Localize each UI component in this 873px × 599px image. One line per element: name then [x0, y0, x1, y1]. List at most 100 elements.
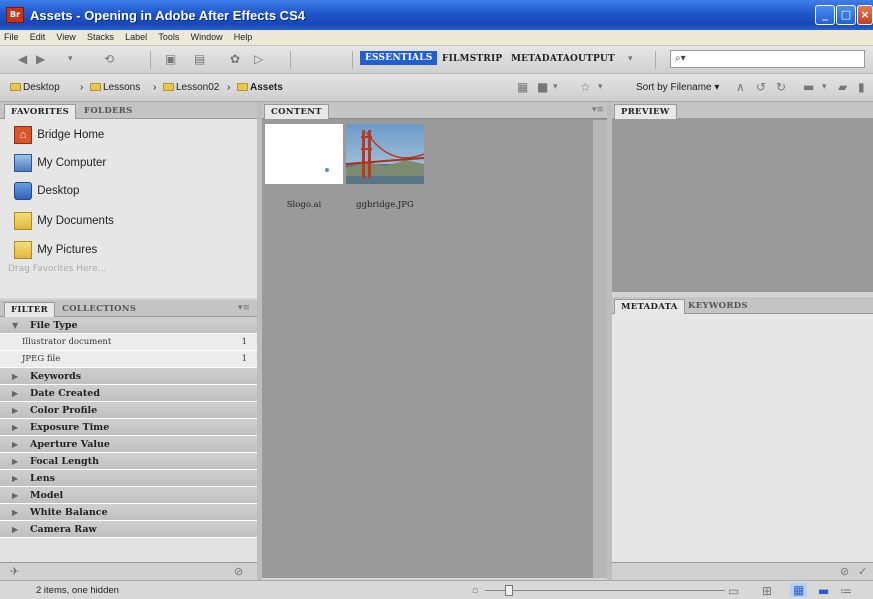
slider-handle[interactable] [505, 585, 513, 596]
thumbnail-slogo[interactable] [265, 124, 343, 184]
filter-dropdown-icon[interactable]: ▾ [598, 80, 603, 94]
tab-metadata[interactable]: METADATA [614, 299, 685, 314]
filter-group-white-balance[interactable]: ▶ White Balance [0, 504, 257, 521]
sort-dropdown[interactable]: Sort by Filename ▾ [636, 82, 719, 93]
window-title: Assets - Opening in Adobe After Effects … [30, 8, 305, 23]
apply-check-icon[interactable]: ✓ [858, 565, 867, 579]
breadcrumb-desktop[interactable]: Desktop [10, 82, 60, 93]
favorite-my-pictures[interactable]: My Pictures [14, 241, 97, 259]
preview-panel: PREVIEW [612, 102, 873, 292]
tab-keywords[interactable]: KEYWORDS [682, 299, 754, 314]
panel-menu-icon[interactable]: ▾≡ [592, 105, 604, 115]
thumbnail-view-icon[interactable]: ▦ [790, 583, 808, 597]
triangle-right-icon: ▶ [12, 456, 19, 466]
rotate-right-icon[interactable]: ↻ [776, 80, 786, 94]
filter-group-exposure-time[interactable]: ▶ Exposure Time [0, 419, 257, 436]
cancel-icon[interactable]: ⊘ [840, 565, 849, 579]
workspace-dropdown-icon[interactable]: ▾ [628, 52, 633, 66]
view-mode-dropdown-icon[interactable]: ▾ [553, 80, 558, 94]
filter-group-date-created[interactable]: ▶ Date Created [0, 385, 257, 402]
maximize-button[interactable]: □ [836, 5, 856, 25]
breadcrumb-lesson02[interactable]: Lesson02 [163, 82, 219, 93]
panel-menu-icon[interactable]: ▾≡ [238, 303, 250, 313]
delete-icon[interactable]: ▮ [858, 80, 865, 94]
new-folder-icon[interactable]: ▰ [838, 80, 847, 94]
menu-stacks[interactable]: Stacks [83, 30, 118, 42]
view-mode-icon[interactable]: ■ [537, 80, 548, 94]
thumbnail-size-slider[interactable] [485, 590, 725, 591]
workspace-filmstrip[interactable]: FILMSTRIP [442, 54, 502, 64]
illustrator-dot-icon [325, 168, 329, 172]
filter-group-keywords[interactable]: ▶ Keywords [0, 368, 257, 385]
triangle-right-icon: ▶ [12, 490, 19, 500]
menu-label[interactable]: Label [121, 30, 151, 42]
search-input[interactable]: ⌕▾ [670, 50, 865, 68]
sort-ascending-icon[interactable]: ∧ [736, 80, 745, 94]
filter-footer: ✈ ⊘ [0, 562, 257, 580]
filter-group-lens[interactable]: ▶ Lens [0, 470, 257, 487]
favorite-bridge-home[interactable]: ⌂ Bridge Home [14, 126, 104, 144]
filter-group-file-type[interactable]: ▼ File Type [0, 317, 257, 334]
history-dropdown-icon[interactable]: ▾ [68, 52, 73, 66]
menu-edit[interactable]: Edit [26, 30, 50, 42]
content-panel: CONTENT ▾≡ Slogo.ai ggbridge.JPG [262, 102, 607, 578]
zoom-in-icon[interactable]: ▭ [728, 584, 739, 598]
tab-favorites[interactable]: FAVORITES [4, 104, 77, 119]
clear-filter-icon[interactable]: ⊘ [234, 565, 243, 579]
forward-arrow-icon[interactable]: ▶ [36, 52, 45, 66]
content-scrollbar[interactable] [593, 120, 607, 578]
menu-window[interactable]: Window [187, 30, 227, 42]
quality-options-icon[interactable]: ▦ [517, 80, 528, 94]
star-filter-icon[interactable]: ☆ [580, 80, 591, 94]
triangle-right-icon: ▶ [12, 388, 19, 398]
title-bar: Br Assets - Opening in Adobe After Effec… [0, 0, 873, 30]
path-bar: Desktop › Lessons › Lesson02 › Assets ▦ … [0, 74, 873, 102]
workspace-output[interactable]: OUTPUT [570, 54, 615, 64]
desktop-icon [14, 182, 32, 200]
get-photos-icon[interactable]: ▣ [165, 52, 176, 66]
details-view-icon[interactable]: ▬ [818, 584, 829, 598]
tab-folders[interactable]: FOLDERS [78, 104, 139, 119]
favorite-my-computer[interactable]: My Computer [14, 154, 106, 172]
minimize-button[interactable]: _ [815, 5, 835, 25]
tab-filter[interactable]: FILTER [4, 302, 55, 317]
workspace-essentials[interactable]: ESSENTIALS [360, 51, 438, 65]
favorite-my-documents[interactable]: My Documents [14, 212, 114, 230]
grid-lock-icon[interactable]: ⊞ [762, 584, 772, 598]
breadcrumb-assets[interactable]: Assets [237, 82, 283, 93]
favorite-desktop[interactable]: Desktop [14, 182, 79, 200]
menu-tools[interactable]: Tools [154, 30, 183, 42]
tab-collections[interactable]: COLLECTIONS [56, 302, 142, 317]
thumbnail-ggbridge[interactable] [345, 124, 425, 184]
filter-group-aperture-value[interactable]: ▶ Aperture Value [0, 436, 257, 453]
triangle-right-icon: ▶ [12, 371, 19, 381]
pin-icon[interactable]: ✈ [10, 565, 19, 579]
menu-help[interactable]: Help [230, 30, 257, 42]
rotate-left-icon[interactable]: ↺ [756, 80, 766, 94]
reveal-recent-icon[interactable]: ⟲ [104, 52, 114, 66]
output-icon[interactable]: ▷ [254, 52, 263, 66]
back-arrow-icon[interactable]: ◀ [18, 52, 27, 66]
menu-file[interactable]: File [0, 30, 23, 42]
menu-view[interactable]: View [52, 30, 79, 42]
triangle-right-icon: ▶ [12, 507, 19, 517]
filter-group-focal-length[interactable]: ▶ Focal Length [0, 453, 257, 470]
filter-group-model[interactable]: ▶ Model [0, 487, 257, 504]
filter-item[interactable]: Illustrator document 1 [0, 334, 257, 351]
filter-group-camera-raw[interactable]: ▶ Camera Raw [0, 521, 257, 538]
tab-content[interactable]: CONTENT [264, 104, 329, 119]
workspace-metadata[interactable]: METADATA [511, 54, 570, 64]
menu-bar: File Edit View Stacks Label Tools Window… [0, 30, 873, 46]
recent-folder-icon[interactable]: ▬ [803, 80, 814, 94]
recent-folder-dropdown-icon[interactable]: ▾ [822, 80, 827, 94]
filter-item[interactable]: JPEG file 1 [0, 351, 257, 368]
breadcrumb-lessons[interactable]: Lessons [90, 82, 140, 93]
open-camera-raw-icon[interactable]: ✿ [230, 52, 240, 66]
zoom-out-icon[interactable]: ▫ [472, 584, 478, 598]
tab-preview[interactable]: PREVIEW [614, 104, 677, 119]
refine-icon[interactable]: ▤ [194, 52, 205, 66]
toolbar-separator [150, 51, 151, 69]
filter-group-color-profile[interactable]: ▶ Color Profile [0, 402, 257, 419]
close-button[interactable]: × [857, 5, 873, 25]
list-view-icon[interactable]: ≔ [840, 584, 852, 598]
